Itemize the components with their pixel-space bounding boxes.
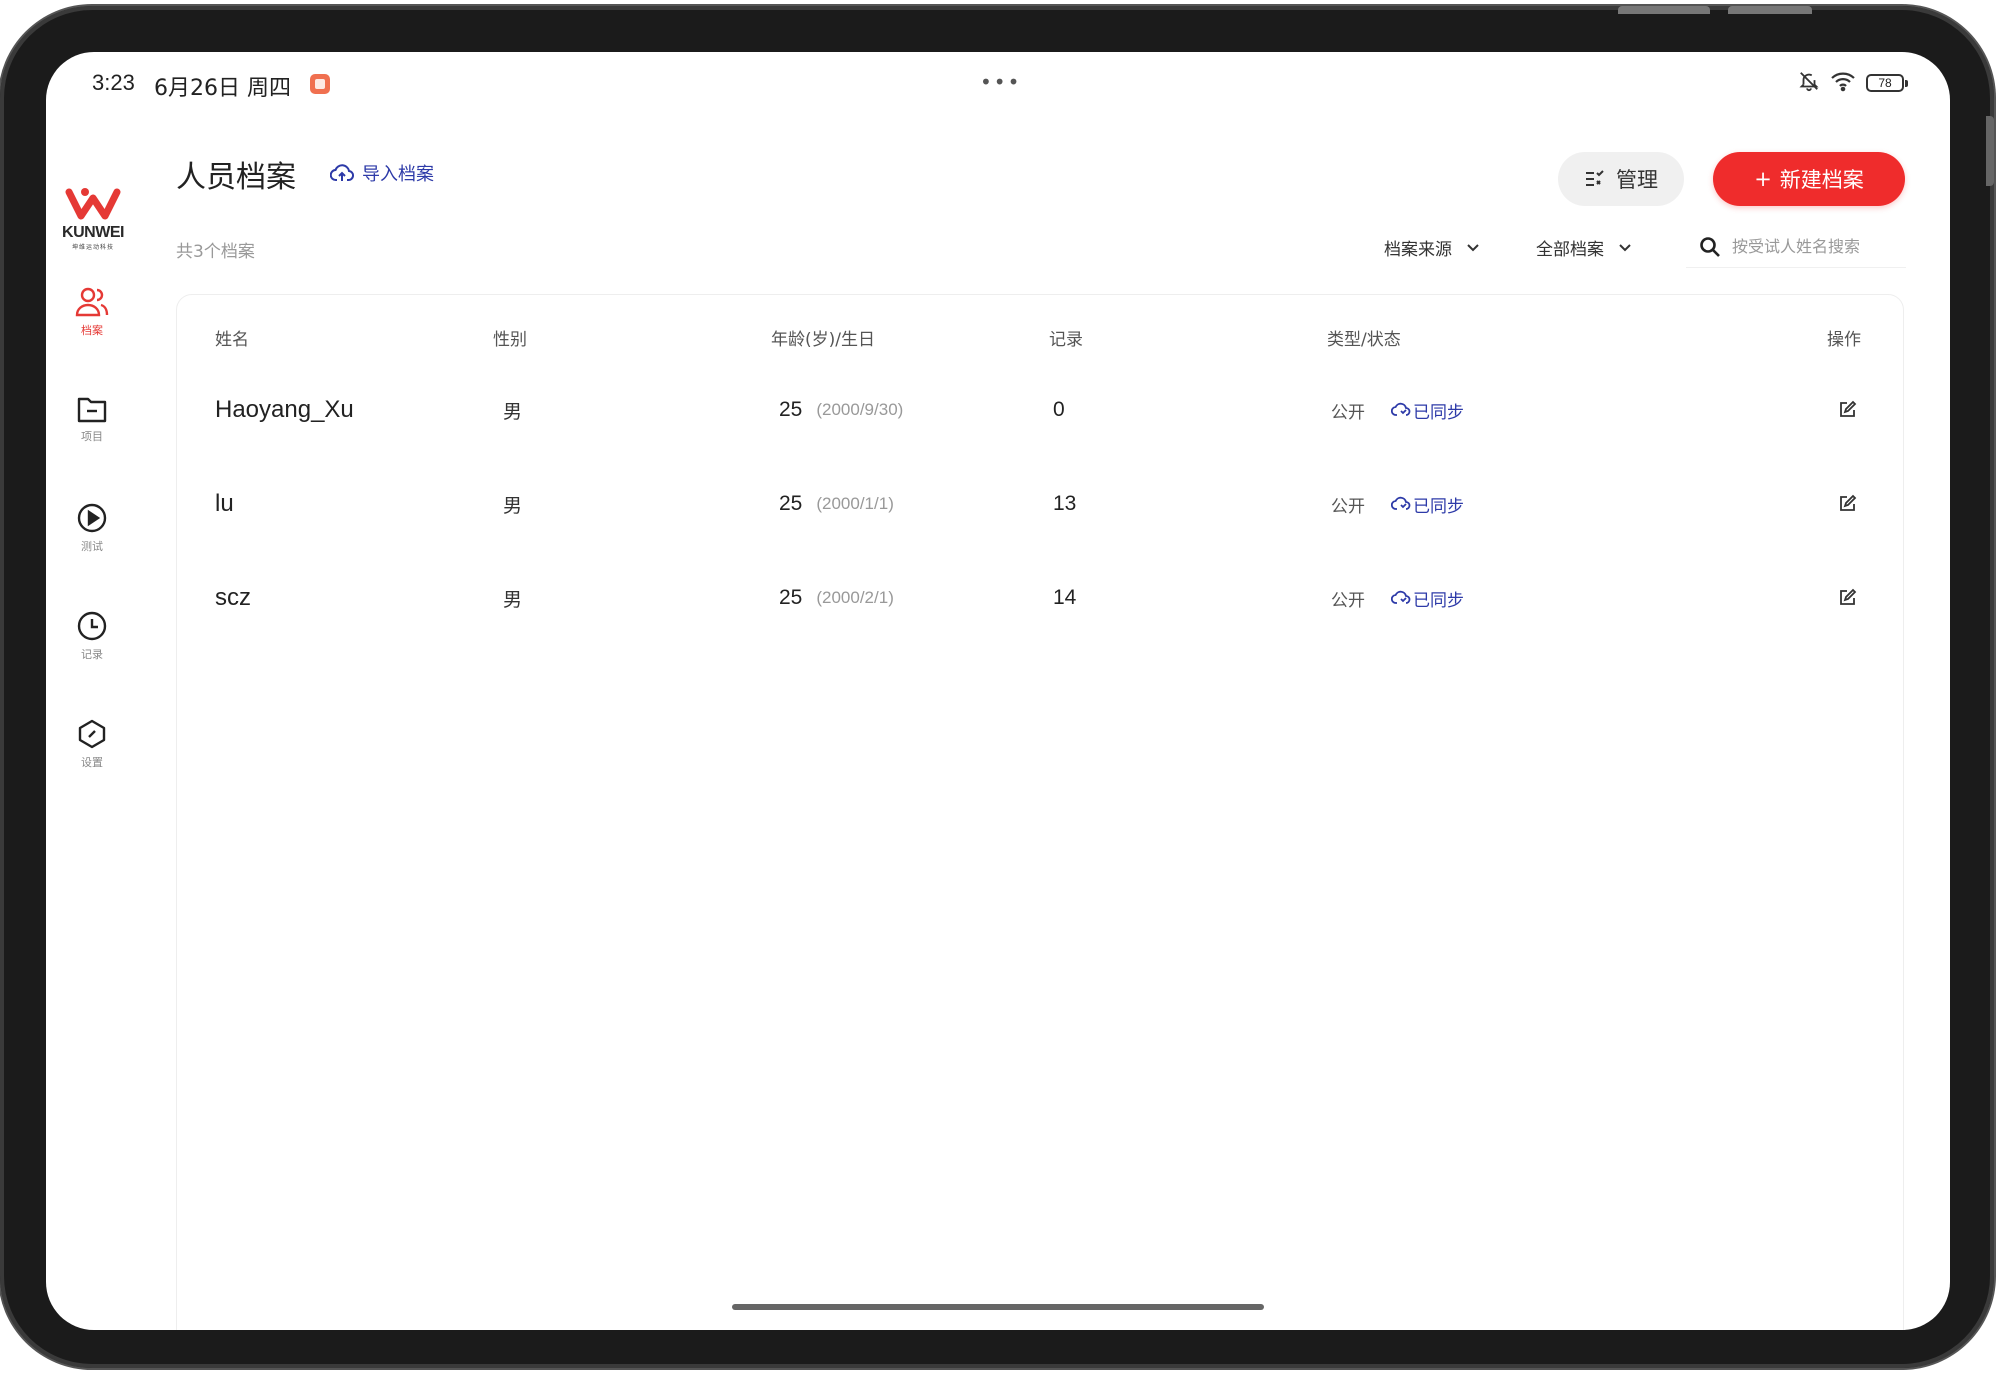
row-name: lu	[215, 490, 234, 517]
status-time: 3:23	[92, 70, 135, 95]
filter-all-dropdown[interactable]: 全部档案	[1536, 235, 1632, 260]
row-age: 25	[779, 586, 803, 609]
status-right: 78	[1798, 70, 1908, 96]
search-icon	[1700, 236, 1720, 257]
row-gender: 男	[503, 494, 523, 517]
plus-icon: +	[1754, 167, 1772, 191]
row-age: 25	[779, 492, 803, 515]
row-records: 13	[1053, 492, 1077, 515]
sidebar-item-label: 项目	[81, 430, 103, 443]
tablet-frame: 3:23 6月26日 周四 ••• 78 KUNWEI 坤维运动科技 档案 项目…	[0, 6, 1994, 1368]
row-type: 公开	[1331, 496, 1365, 517]
new-archive-button[interactable]: + 新建档案	[1713, 152, 1905, 206]
row-birthday: (2000/2/1)	[816, 588, 894, 607]
column-header-gender: 性别	[493, 330, 527, 350]
folder-icon	[77, 397, 107, 423]
row-name: Haoyang_Xu	[215, 396, 354, 423]
table-row[interactable]: Haoyang_Xu 男 25 (2000/9/30) 0 公开 已同步	[177, 373, 1903, 447]
sidebar-item-project[interactable]: 项目	[46, 394, 138, 444]
filter-all-label: 全部档案	[1536, 240, 1604, 260]
list-manage-icon	[1586, 170, 1604, 186]
filter-source-label: 档案来源	[1384, 240, 1452, 260]
sync-status: 已同步	[1391, 586, 1464, 611]
sidebar-item-archive[interactable]: 档案	[46, 286, 138, 338]
logo-mark-icon	[65, 188, 121, 220]
column-header-actions: 操作	[1827, 330, 1861, 350]
import-archive-label: 导入档案	[362, 164, 434, 185]
sidebar-item-settings[interactable]: 设置	[46, 718, 138, 770]
app-notification-icon	[310, 74, 330, 94]
column-header-records: 记录	[1049, 330, 1083, 350]
sync-status-label: 已同步	[1413, 590, 1464, 611]
side-button	[1986, 116, 1994, 186]
row-records: 14	[1053, 586, 1077, 609]
row-type: 公开	[1331, 590, 1365, 611]
row-birthday: (2000/1/1)	[816, 494, 894, 513]
edit-icon	[1840, 588, 1857, 605]
column-header-age: 年龄(岁)/生日	[771, 330, 875, 350]
column-header-name: 姓名	[215, 330, 249, 350]
edit-button[interactable]	[1837, 467, 1857, 541]
new-archive-label: 新建档案	[1779, 168, 1864, 192]
archive-table: 姓名 性别 年龄(岁)/生日 记录 类型/状态 操作 Haoyang_Xu 男 …	[176, 294, 1904, 1330]
status-bar: 3:23 6月26日 周四 ••• 78	[46, 52, 1950, 116]
edit-icon	[1840, 494, 1857, 511]
chevron-down-icon	[1619, 243, 1631, 251]
brand-logo: KUNWEI 坤维运动科技	[58, 186, 128, 251]
archive-count: 共3个档案	[176, 242, 255, 262]
cloud-sync-icon	[1391, 402, 1411, 416]
sync-status-label: 已同步	[1413, 496, 1464, 517]
search-box[interactable]	[1686, 226, 1906, 268]
manage-button[interactable]: 管理	[1558, 152, 1684, 206]
chevron-down-icon	[1467, 243, 1479, 251]
wifi-icon	[1830, 70, 1856, 96]
sync-status: 已同步	[1391, 398, 1464, 423]
edit-button[interactable]	[1837, 561, 1857, 635]
filter-source-dropdown[interactable]: 档案来源	[1384, 235, 1480, 260]
mute-bell-icon	[1798, 70, 1820, 96]
battery-indicator: 78	[1866, 74, 1908, 92]
sidebar-item-label: 记录	[81, 648, 103, 661]
row-name: scz	[215, 584, 251, 611]
volume-button	[1618, 6, 1710, 14]
cloud-sync-icon	[1391, 590, 1411, 604]
sync-status-label: 已同步	[1413, 402, 1464, 423]
power-button	[1728, 6, 1812, 14]
settings-hexagon-icon	[78, 719, 106, 749]
manage-label: 管理	[1616, 168, 1658, 192]
sidebar-item-label: 测试	[81, 540, 103, 553]
row-birthday: (2000/9/30)	[816, 400, 904, 419]
logo-subtext: 坤维运动科技	[71, 244, 114, 251]
page-title: 人员档案	[176, 160, 296, 195]
column-header-type: 类型/状态	[1327, 330, 1401, 350]
play-circle-icon	[77, 503, 107, 533]
row-gender: 男	[503, 400, 523, 423]
user-group-icon	[75, 287, 109, 317]
clock-icon	[77, 611, 107, 641]
status-date: 6月26日 周四	[154, 76, 291, 101]
sidebar-item-label: 档案	[81, 324, 103, 337]
logo-text: KUNWEI	[62, 224, 124, 241]
home-indicator[interactable]	[732, 1304, 1264, 1310]
sidebar-item-label: 设置	[81, 756, 103, 769]
table-row[interactable]: scz 男 25 (2000/2/1) 14 公开 已同步	[177, 561, 1903, 635]
row-records: 0	[1053, 398, 1065, 421]
sidebar: KUNWEI 坤维运动科技 档案 项目 测试 记录 设置	[46, 116, 138, 1330]
cloud-upload-icon	[330, 164, 354, 181]
screen: 3:23 6月26日 周四 ••• 78 KUNWEI 坤维运动科技 档案 项目…	[46, 52, 1950, 1330]
row-age: 25	[779, 398, 803, 421]
table-row[interactable]: lu 男 25 (2000/1/1) 13 公开 已同步	[177, 467, 1903, 541]
row-type: 公开	[1331, 402, 1365, 423]
row-gender: 男	[503, 588, 523, 611]
cloud-sync-icon	[1391, 496, 1411, 510]
search-input[interactable]	[1732, 237, 1892, 256]
sidebar-item-records[interactable]: 记录	[46, 610, 138, 662]
edit-button[interactable]	[1837, 373, 1857, 447]
sidebar-item-test[interactable]: 测试	[46, 502, 138, 554]
edit-icon	[1840, 400, 1857, 417]
sync-status: 已同步	[1391, 492, 1464, 517]
more-dots-icon[interactable]: •••	[980, 70, 1021, 94]
import-archive-link[interactable]: 导入档案	[330, 160, 434, 186]
